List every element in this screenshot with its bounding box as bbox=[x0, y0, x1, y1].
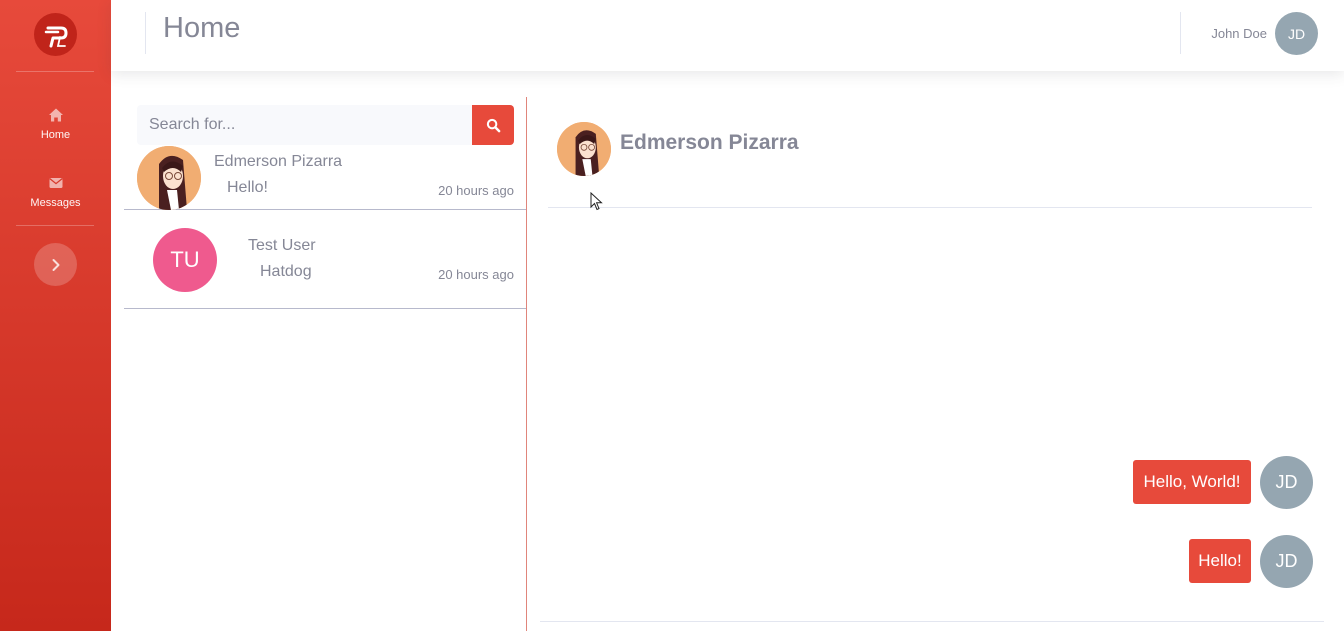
page-title: Home bbox=[163, 12, 241, 44]
topbar-divider bbox=[145, 12, 146, 54]
panel-divider bbox=[526, 97, 527, 631]
user-name[interactable]: John Doe bbox=[1211, 26, 1267, 41]
chat-contact-avatar bbox=[557, 122, 611, 176]
message-sender-avatar: JD bbox=[1260, 535, 1313, 588]
envelope-icon bbox=[48, 178, 63, 188]
contact-avatar: TU bbox=[153, 228, 217, 292]
profile-photo-icon bbox=[137, 146, 201, 210]
search-input[interactable] bbox=[137, 105, 472, 145]
chevron-right-icon bbox=[52, 258, 59, 271]
search-bar bbox=[137, 105, 514, 145]
mouse-cursor-icon bbox=[590, 192, 603, 211]
contact-name: Test User bbox=[248, 237, 316, 254]
message-sender-avatar: JD bbox=[1260, 456, 1313, 509]
topbar: Home John Doe JD bbox=[111, 0, 1344, 71]
conversation-item[interactable]: Edmerson Pizarra Hello! 20 hours ago bbox=[124, 145, 526, 210]
contact-name: Edmerson Pizarra bbox=[214, 153, 343, 170]
conversation-item[interactable]: TU Test User Hatdog 20 hours ago bbox=[124, 210, 526, 309]
user-avatar[interactable]: JD bbox=[1275, 12, 1318, 55]
contact-last-message: Hatdog bbox=[260, 263, 312, 280]
sidebar-divider bbox=[16, 225, 94, 226]
search-icon bbox=[486, 118, 500, 132]
contact-avatar bbox=[137, 146, 201, 210]
message-bubble: Hello! bbox=[1189, 539, 1251, 583]
sidebar-item-messages[interactable]: Messages bbox=[0, 175, 111, 209]
contact-last-message: Hello! bbox=[227, 179, 268, 196]
sidebar: Home Messages bbox=[0, 0, 111, 631]
chat-header-divider bbox=[548, 207, 1312, 208]
home-icon bbox=[48, 108, 63, 122]
contact-timestamp: 20 hours ago bbox=[438, 267, 514, 282]
search-button[interactable] bbox=[472, 105, 514, 145]
sidebar-item-home[interactable]: Home bbox=[0, 107, 111, 141]
profile-photo-icon bbox=[557, 122, 611, 176]
sidebar-toggle-button[interactable] bbox=[34, 243, 77, 286]
logo-icon bbox=[44, 26, 67, 47]
chat-contact-name: Edmerson Pizarra bbox=[620, 131, 799, 154]
sidebar-item-label: Messages bbox=[30, 197, 81, 209]
conversation-list-panel: Edmerson Pizarra Hello! 20 hours ago TU … bbox=[124, 97, 526, 631]
message-bubble: Hello, World! bbox=[1133, 460, 1251, 504]
brand-logo[interactable] bbox=[34, 13, 77, 56]
chat-footer-divider bbox=[540, 621, 1324, 622]
sidebar-divider bbox=[16, 71, 94, 72]
sidebar-item-label: Home bbox=[40, 129, 71, 141]
topbar-divider bbox=[1180, 12, 1181, 54]
contact-timestamp: 20 hours ago bbox=[438, 183, 514, 198]
